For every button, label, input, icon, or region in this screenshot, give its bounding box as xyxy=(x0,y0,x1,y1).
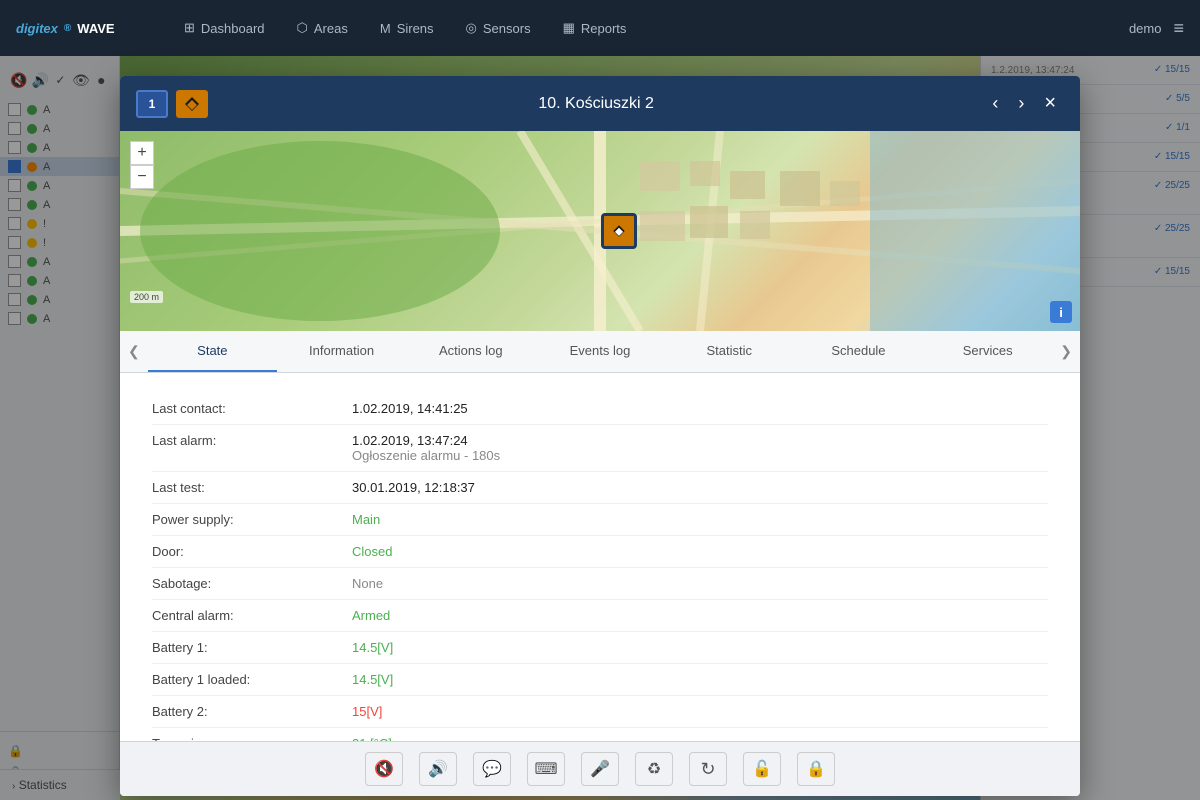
modal-prev-button[interactable]: ‹ xyxy=(984,89,1006,118)
modal-header-left: 1 xyxy=(136,90,208,118)
volume-icon: 🔊 xyxy=(428,759,448,779)
modal-close-button[interactable]: × xyxy=(1036,88,1064,119)
map-zoom-controls: + − xyxy=(130,141,154,189)
footer-keyboard-button[interactable]: ⌨ xyxy=(527,752,565,786)
info-row-central-alarm: Central alarm: Armed xyxy=(152,600,1048,632)
footer-reload-button[interactable]: ↻ xyxy=(689,752,727,786)
modal-overlay: 1 10. Kościuszki 2 ‹ › × xyxy=(0,56,1200,800)
zoom-out-button[interactable]: − xyxy=(130,165,154,189)
footer-lock-button[interactable]: 🔒 xyxy=(797,752,835,786)
info-row-battery1-loaded: Battery 1 loaded: 14.5[V] xyxy=(152,664,1048,696)
main-area: 🔇 🔊 ✓ 👁 ● A A A xyxy=(0,56,1200,800)
brand-text: digitex xyxy=(16,21,58,36)
info-row-last-contact: Last contact: 1.02.2019, 14:41:25 xyxy=(152,393,1048,425)
scale-label: 200 m xyxy=(130,291,163,303)
modal-tabs: ❮ State Information Actions log Events l… xyxy=(120,331,1080,373)
tab-state[interactable]: State xyxy=(148,331,277,372)
tab-actions-log[interactable]: Actions log xyxy=(406,331,535,372)
info-row-temp-in: Temp. in: 21 [°C] xyxy=(152,728,1048,741)
brand: digitex® WAVE xyxy=(16,21,146,36)
tab-information[interactable]: Information xyxy=(277,331,406,372)
footer-mic-button[interactable]: 🎤 xyxy=(581,752,619,786)
info-row-last-alarm: Last alarm: 1.02.2019, 13:47:24 Ogłoszen… xyxy=(152,425,1048,472)
info-row-battery2: Battery 2: 15[V] xyxy=(152,696,1048,728)
tab-schedule[interactable]: Schedule xyxy=(794,331,923,372)
top-nav: digitex® WAVE ⊞ Dashboard ⬡ Areas M Sire… xyxy=(0,0,1200,56)
footer-volume-button[interactable]: 🔊 xyxy=(419,752,457,786)
modal-logo-icon xyxy=(176,90,208,118)
state-info-table: Last contact: 1.02.2019, 14:41:25 Last a… xyxy=(152,393,1048,741)
footer-mute-button[interactable]: 🔇 xyxy=(365,752,403,786)
sensors-icon: ◎ xyxy=(466,20,477,36)
reports-icon: ▦ xyxy=(563,20,575,36)
username: demo xyxy=(1129,21,1162,36)
nav-areas[interactable]: ⬡ Areas xyxy=(283,12,362,44)
info-row-power-supply: Power supply: Main xyxy=(152,504,1048,536)
nav-items: ⊞ Dashboard ⬡ Areas M Sirens ◎ Sensors ▦… xyxy=(170,12,1129,44)
message-icon: 💬 xyxy=(482,759,502,779)
info-row-battery1: Battery 1: 14.5[V] xyxy=(152,632,1048,664)
map-placeholder: + − 200 m i xyxy=(120,131,1080,331)
mic-icon: 🎤 xyxy=(590,759,610,779)
tab-events-log[interactable]: Events log xyxy=(535,331,664,372)
unlock-icon: 🔓 xyxy=(752,759,772,779)
nav-right: demo ≡ xyxy=(1129,18,1184,39)
lock-icon: 🔒 xyxy=(806,759,826,779)
brand-wave: WAVE xyxy=(77,21,114,36)
areas-icon: ⬡ xyxy=(297,20,308,36)
keyboard-icon: ⌨ xyxy=(534,759,557,779)
modal-content: Last contact: 1.02.2019, 14:41:25 Last a… xyxy=(120,373,1080,741)
info-row-door: Door: Closed xyxy=(152,536,1048,568)
tab-prev-button[interactable]: ❮ xyxy=(120,333,148,370)
map-marker xyxy=(601,213,637,249)
map-info-button[interactable]: i xyxy=(1050,301,1072,323)
nav-sensors[interactable]: ◎ Sensors xyxy=(452,12,545,44)
modal-dialog: 1 10. Kościuszki 2 ‹ › × xyxy=(120,76,1080,796)
modal-title: 10. Kościuszki 2 xyxy=(208,95,984,113)
modal-next-button[interactable]: › xyxy=(1010,89,1032,118)
modal-header: 1 10. Kościuszki 2 ‹ › × xyxy=(120,76,1080,131)
footer-unlock-button[interactable]: 🔓 xyxy=(743,752,781,786)
info-row-sabotage: Sabotage: None xyxy=(152,568,1048,600)
hamburger-icon[interactable]: ≡ xyxy=(1173,18,1184,39)
tab-next-button[interactable]: ❯ xyxy=(1052,333,1080,370)
nav-reports[interactable]: ▦ Reports xyxy=(549,12,641,44)
zoom-in-button[interactable]: + xyxy=(130,141,154,165)
nav-dashboard[interactable]: ⊞ Dashboard xyxy=(170,12,279,44)
nav-sirens[interactable]: M Sirens xyxy=(366,12,448,44)
modal-badge: 1 xyxy=(136,90,168,118)
tab-statistic[interactable]: Statistic xyxy=(665,331,794,372)
info-row-last-test: Last test: 30.01.2019, 12:18:37 xyxy=(152,472,1048,504)
recycle-icon: ♻ xyxy=(647,759,661,779)
footer-recycle-button[interactable]: ♻ xyxy=(635,752,673,786)
mute-icon: 🔇 xyxy=(374,759,394,779)
tab-services[interactable]: Services xyxy=(923,331,1052,372)
modal-footer: 🔇 🔊 💬 ⌨ 🎤 ♻ ↻ xyxy=(120,741,1080,796)
reload-icon: ↻ xyxy=(700,759,715,780)
modal-map: + − 200 m i xyxy=(120,131,1080,331)
sirens-icon: M xyxy=(380,21,391,36)
footer-message-button[interactable]: 💬 xyxy=(473,752,511,786)
dashboard-icon: ⊞ xyxy=(184,20,195,36)
